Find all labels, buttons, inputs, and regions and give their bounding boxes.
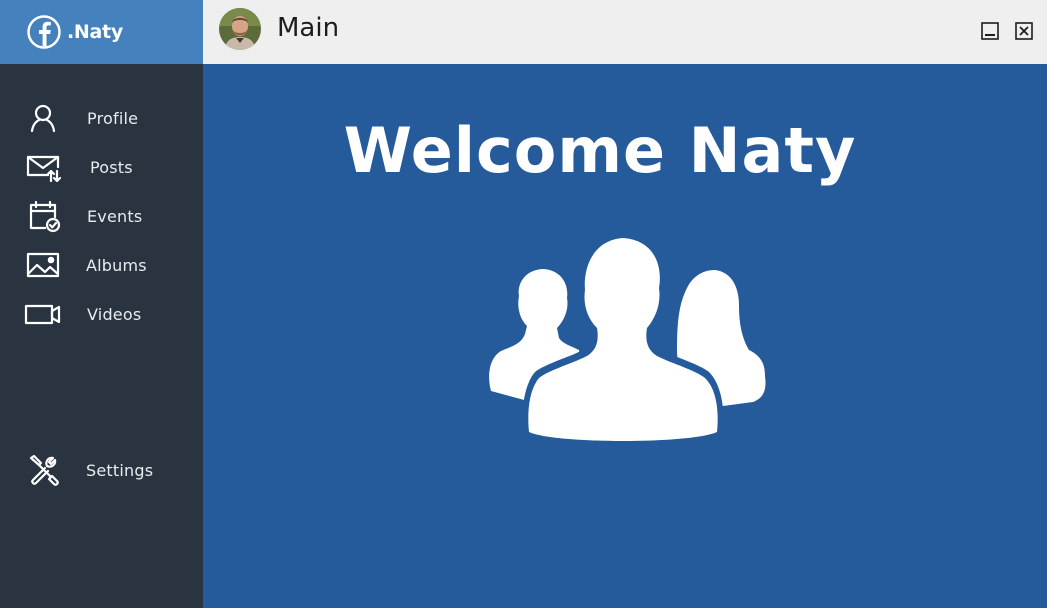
sidebar-item-events[interactable]: Events (0, 196, 203, 236)
avatar[interactable] (219, 8, 261, 50)
sidebar-item-label: Profile (87, 108, 139, 128)
main-panel: Welcome Naty (203, 64, 1047, 608)
group-users-icon (489, 232, 766, 445)
brand-header: .Naty (0, 0, 203, 64)
sidebar-item-label: Videos (87, 304, 142, 324)
window-title: Main (277, 13, 340, 43)
sidebar-item-label: Events (87, 206, 143, 226)
brand-name: .Naty (67, 21, 123, 43)
sidebar-item-label: Settings (86, 460, 154, 480)
sidebar-item-settings[interactable]: Settings (0, 450, 203, 490)
sidebar-item-videos[interactable]: Videos (0, 294, 203, 334)
sidebar-item-albums[interactable]: Albums (0, 245, 203, 285)
sidebar-item-label: Albums (86, 255, 147, 275)
sidebar-item-posts[interactable]: Posts (0, 147, 203, 187)
welcome-heading: Welcome Naty (343, 114, 857, 187)
mail-icon (24, 149, 62, 185)
close-icon[interactable] (1013, 20, 1035, 42)
tools-icon (24, 452, 62, 488)
video-icon (24, 296, 62, 332)
title-bar: Main (203, 0, 1047, 64)
user-icon (24, 100, 62, 136)
calendar-icon (24, 198, 62, 234)
minimize-icon[interactable] (979, 20, 1001, 42)
sidebar-item-label: Posts (90, 157, 133, 177)
sidebar: .Naty Profile Posts Events Albums Videos… (0, 0, 203, 608)
sidebar-item-profile[interactable]: Profile (0, 98, 203, 138)
facebook-icon (26, 14, 62, 50)
image-icon (24, 247, 62, 283)
